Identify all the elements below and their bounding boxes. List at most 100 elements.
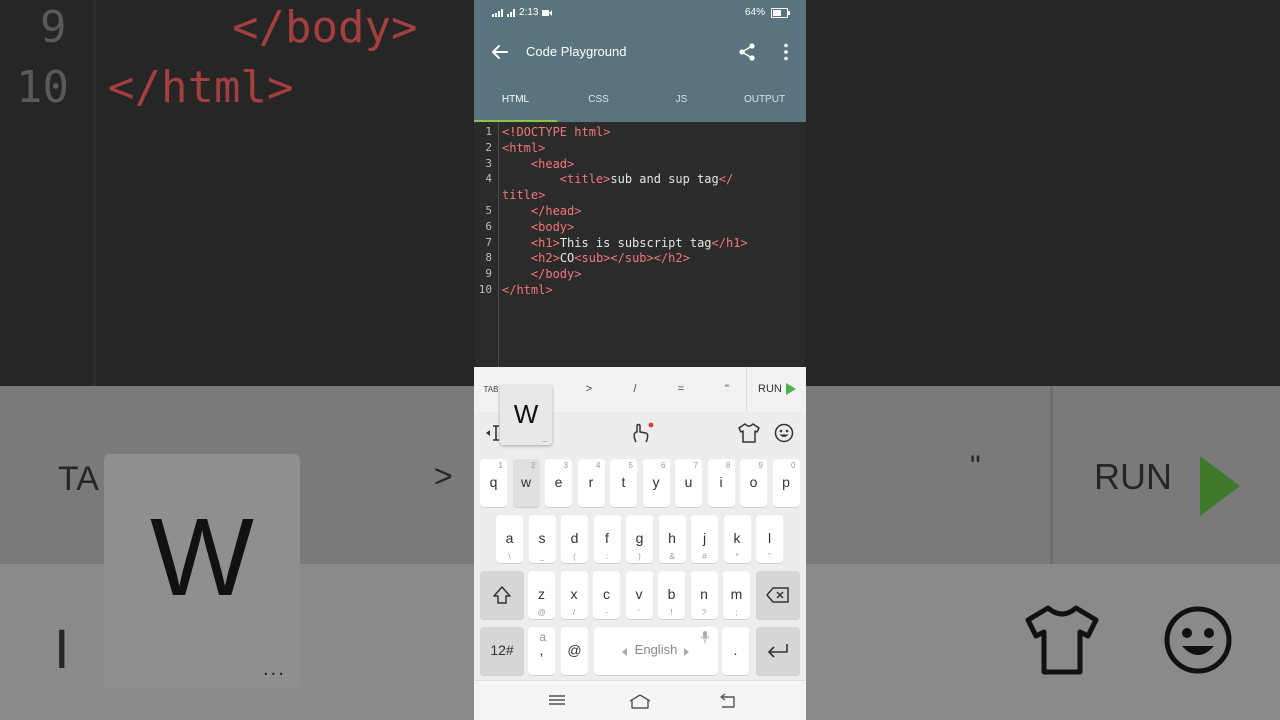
recent-apps-icon[interactable] [548,693,566,707]
code-content: This is subscript tag [559,235,712,250]
bg-line-number: 10 [16,62,69,113]
emoji-icon[interactable] [774,423,794,443]
signal-icon [492,8,503,17]
code-text: </body> [502,266,582,282]
status-bar: 2:13 64% [474,0,806,27]
key-label: i [719,474,723,490]
key-a[interactable]: a \ [496,515,523,563]
code-editor[interactable]: 1 <!DOCTYPE html> 2 <html> 3 <head> 4 <title>… [474,122,806,367]
key-l[interactable]: l " [756,515,783,563]
bg-play-icon [1200,456,1240,516]
symbol-key-slash[interactable]: / [620,367,650,412]
key-label: e [554,474,563,490]
key-label: z [538,586,545,602]
key-j[interactable]: j # [691,515,718,563]
comma-key[interactable]: ,a [528,627,555,675]
key-p[interactable]: p0 [772,459,800,507]
enter-key[interactable] [756,627,800,675]
key-z[interactable]: z @ [528,571,555,619]
key-b[interactable]: b! [658,571,685,619]
editor-tabs: HTML CSS JS OUTPUT [474,77,806,122]
period-key-label: . [733,642,738,658]
run-button[interactable]: RUN [758,367,782,412]
key-c[interactable]: c- [593,571,620,619]
key-n[interactable]: n? [690,571,718,619]
more-options-icon[interactable] [776,42,796,62]
tab-html[interactable]: HTML [474,77,557,122]
key-q[interactable]: q1 [480,459,507,507]
key-v[interactable]: v ' [625,571,653,619]
code-text: <html> [502,140,545,156]
space-key-label: English [634,642,678,657]
theme-shirt-icon[interactable] [738,423,760,443]
key-k[interactable]: k * [723,515,751,563]
share-icon[interactable] [737,42,757,62]
symbol-key-gt[interactable]: > [574,367,604,412]
period-key[interactable]: . [722,627,749,675]
line-number: 9 [485,267,492,281]
key-o[interactable]: o9 [740,459,767,507]
tab-output[interactable]: OUTPUT [723,77,806,122]
code-text: <h1>This is subscript tag</h1> [502,235,748,251]
shift-key[interactable] [480,571,524,619]
key-e[interactable]: e3 [545,459,572,507]
key-m[interactable]: m; [723,571,750,619]
at-key[interactable]: @ [561,627,588,675]
key-g[interactable]: g) [626,515,653,563]
key-s[interactable]: s _ [528,515,556,563]
key-u[interactable]: u7 [675,459,702,507]
symbol-key-quote[interactable]: " [712,367,742,412]
code-text: </html> [502,282,553,298]
symbol-key-equals[interactable]: = [666,367,696,412]
tab-css[interactable]: CSS [557,77,640,122]
key-alt-label: : [605,552,609,561]
gesture-icon[interactable] [630,422,654,444]
key-r[interactable]: r4 [577,459,605,507]
key-label: v [635,586,643,602]
code-content [502,172,560,186]
key-label: c [603,586,610,602]
key-alt-label: _ [539,552,545,561]
back-arrow-icon[interactable] [490,42,510,62]
bg-gutter-divider [93,0,96,386]
code-content [502,267,531,281]
back-nav-icon[interactable] [718,693,738,709]
key-alt-label: 7 [693,461,698,470]
code-tag: </html> [502,283,553,297]
key-label: l [767,530,772,546]
soft-keyboard: q 1 w 2 e 3 r 4 t 5 y 6 u 7 i 8 o 9 p 0 a \ s _ d(f: g) h & j # k * l " z @… [474,412,806,680]
bg-key-preview: W ... [104,454,300,688]
key-alt-label: & [669,552,675,561]
space-key[interactable]: English [594,627,718,675]
code-text: title> [502,187,545,203]
code-text: <title>sub and sup tag</ [502,171,733,187]
numbers-key[interactable]: 12# [480,627,524,675]
key-d[interactable]: d( [561,515,588,563]
code-text: <head> [502,156,574,172]
key-f[interactable]: f: [593,515,621,563]
key-preview-letter: W [513,399,539,429]
key-h[interactable]: h & [658,515,686,563]
key-t[interactable]: t5 [610,459,637,507]
tab-js[interactable]: JS [640,77,723,122]
key-i[interactable]: i8 [707,459,735,507]
key-y[interactable]: y6 [642,459,670,507]
key-alt-label: 8 [726,461,731,470]
code-tag: <head> [530,156,575,171]
key-w[interactable]: w2 [512,459,540,507]
home-icon[interactable] [628,693,652,709]
play-icon[interactable] [786,383,796,395]
bg-line-number: 9 [40,2,67,53]
key-label: b [667,586,676,602]
symbol-bar-divider [746,367,747,412]
bg-code-line: </body> [232,2,418,53]
key-preview-popup: W ... [500,385,552,445]
key-x[interactable]: x / [560,571,588,619]
numbers-key-label: 12# [490,642,514,658]
code-text: </head> [502,203,582,219]
code-tag: <html> [502,140,546,155]
key-label: w [520,474,532,490]
backspace-key[interactable] [756,571,800,619]
bg-preview-letter: W [150,496,254,619]
line-number: 8 [485,251,492,265]
